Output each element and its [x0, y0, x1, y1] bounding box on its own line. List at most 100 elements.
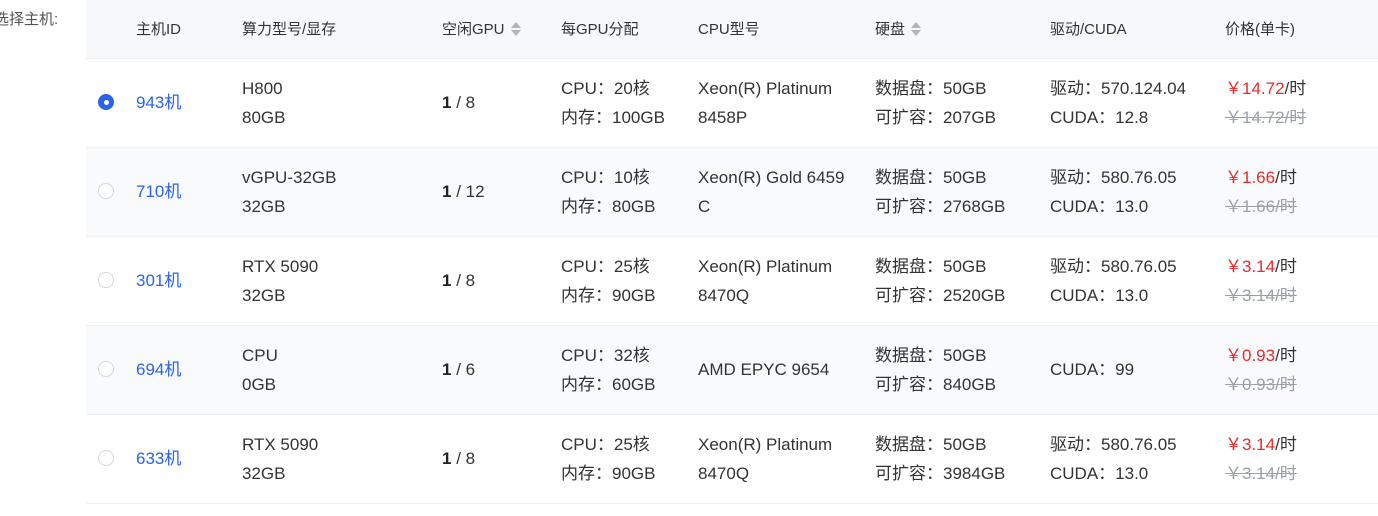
column-disk[interactable]: 硬盘: [875, 18, 922, 39]
driver-version: 驱动：570.124.04: [1050, 79, 1187, 98]
price-original: ￥3.14/时: [1225, 286, 1297, 305]
cpu-cores: CPU：25核: [561, 435, 650, 454]
price-cell: ￥3.14/时 ￥3.14/时: [1225, 430, 1297, 488]
expandable-disk: 可扩容：207GB: [875, 108, 996, 127]
memory: 内存：80GB: [561, 197, 656, 216]
table-row[interactable]: 694机 CPU 0GB 1 / 6 CPU：32核 内存：60GB AMD E…: [86, 326, 1378, 415]
price-original: ￥0.93/时: [1225, 375, 1297, 394]
table-row[interactable]: 943机 H800 80GB 1 / 8 CPU：20核 内存：100GB Xe…: [86, 59, 1378, 148]
data-disk: 数据盘：50GB: [875, 435, 987, 454]
gpu-model: CPU: [242, 346, 278, 365]
column-driver-cuda: 驱动/CUDA: [1050, 18, 1127, 39]
host-id-link[interactable]: 943机: [136, 88, 181, 117]
cpu-model-line1: Xeon(R) Platinum: [698, 257, 833, 276]
free-gpu-count: 1: [442, 182, 452, 201]
sort-icon[interactable]: [510, 21, 521, 36]
cpu-model-line2: 8470Q: [698, 464, 750, 483]
table-row[interactable]: 301机 RTX 5090 32GB 1 / 8 CPU：25核 内存：90GB…: [86, 237, 1378, 326]
driver-version: 驱动：580.76.05: [1050, 257, 1177, 276]
column-per-gpu: 每GPU分配: [561, 18, 639, 39]
price-current: ￥14.72/时: [1225, 74, 1306, 103]
price-current: ￥0.93/时: [1225, 341, 1297, 370]
column-host-id-label: 主机ID: [136, 21, 182, 38]
price-cell: ￥1.66/时 ￥1.66/时: [1225, 163, 1297, 221]
memory: 内存：60GB: [561, 375, 656, 394]
disk-cell: 数据盘：50GB 可扩容：2768GB: [875, 163, 1005, 221]
cpu-model-cell: AMD EPYC 9654: [698, 355, 829, 384]
per-gpu-cell: CPU：25核 内存：90GB: [561, 430, 655, 488]
gpu-vram: 0GB: [242, 375, 277, 394]
gpu-model: RTX 5090: [242, 257, 319, 276]
free-gpu-cell: 1 / 8: [442, 88, 475, 117]
host-radio[interactable]: [98, 94, 114, 110]
gpu-vram: 32GB: [242, 286, 286, 305]
host-table: 主机ID 算力型号/显存 空闲GPU 每GPU分配 CPU型号 硬盘 驱动/CU…: [86, 0, 1378, 504]
free-gpu-cell: 1 / 12: [442, 177, 485, 206]
column-model-vram: 算力型号/显存: [242, 18, 336, 39]
price-value: ￥1.66: [1225, 168, 1276, 187]
column-cpu-model: CPU型号: [698, 18, 760, 39]
price-unit: /时: [1275, 435, 1297, 454]
expandable-disk: 可扩容：2768GB: [875, 197, 1006, 216]
column-free-gpu-label[interactable]: 空闲GPU: [442, 18, 505, 39]
price-cell: ￥0.93/时 ￥0.93/时: [1225, 341, 1297, 399]
column-host-id: 主机ID: [136, 18, 181, 39]
host-radio[interactable]: [98, 272, 114, 288]
driver-cuda-cell: 驱动：580.76.05 CUDA：13.0: [1050, 430, 1177, 488]
expandable-disk: 可扩容：3984GB: [875, 464, 1006, 483]
price-value: ￥0.93: [1225, 346, 1276, 365]
sort-icon[interactable]: [911, 21, 922, 36]
price-unit: /时: [1284, 79, 1307, 98]
column-free-gpu[interactable]: 空闲GPU: [442, 18, 521, 39]
free-gpu-count: 1: [442, 449, 452, 468]
price-original: ￥14.72/时: [1225, 108, 1307, 127]
expandable-disk: 可扩容：2520GB: [875, 286, 1006, 305]
driver-cuda-cell: 驱动：580.76.05 CUDA：13.0: [1050, 163, 1177, 221]
driver-cuda-cell: 驱动：570.124.04 CUDA：12.8: [1050, 74, 1186, 132]
column-price: 价格(单卡): [1225, 18, 1295, 39]
free-gpu-count: 1: [442, 93, 452, 112]
memory: 内存：100GB: [561, 108, 665, 127]
host-radio[interactable]: [98, 361, 114, 377]
cpu-model-line2: C: [698, 197, 711, 216]
cpu-model-cell: Xeon(R) Platinum 8470Q: [698, 252, 832, 310]
column-cpu-model-label: CPU型号: [698, 21, 760, 38]
column-disk-label[interactable]: 硬盘: [875, 18, 905, 39]
host-id-link[interactable]: 694机: [136, 355, 181, 384]
expandable-disk: 可扩容：840GB: [875, 375, 996, 394]
per-gpu-cell: CPU：32核 内存：60GB: [561, 341, 655, 399]
gpu-vram: 80GB: [242, 108, 286, 127]
cpu-cores: CPU：25核: [561, 257, 650, 276]
cpu-model-line1: AMD EPYC 9654: [698, 360, 830, 379]
model-vram-cell: RTX 5090 32GB: [242, 430, 318, 488]
disk-cell: 数据盘：50GB 可扩容：2520GB: [875, 252, 1005, 310]
disk-cell: 数据盘：50GB 可扩容：840GB: [875, 341, 996, 399]
price-current: ￥3.14/时: [1225, 252, 1297, 281]
table-row[interactable]: 633机 RTX 5090 32GB 1 / 8 CPU：25核 内存：90GB…: [86, 415, 1378, 504]
cpu-model-cell: Xeon(R) Platinum 8470Q: [698, 430, 832, 488]
disk-cell: 数据盘：50GB 可扩容：3984GB: [875, 430, 1005, 488]
total-gpu-count: / 12: [456, 182, 485, 201]
side-label: 选择主机:: [0, 11, 59, 28]
gpu-vram: 32GB: [242, 197, 286, 216]
host-id-link[interactable]: 301机: [136, 266, 181, 295]
free-gpu-count: 1: [442, 360, 452, 379]
table-row[interactable]: 710机 vGPU-32GB 32GB 1 / 12 CPU：10核 内存：80…: [86, 148, 1378, 237]
gpu-vram: 32GB: [242, 464, 286, 483]
total-gpu-count: / 8: [456, 449, 476, 468]
host-id-link[interactable]: 633机: [136, 444, 181, 473]
cpu-model-line2: 8458P: [698, 108, 748, 127]
host-radio[interactable]: [98, 183, 114, 199]
host-id-link[interactable]: 710机: [136, 177, 181, 206]
column-driver-cuda-label: 驱动/CUDA: [1050, 21, 1127, 38]
price-original: ￥3.14/时: [1225, 464, 1297, 483]
memory: 内存：90GB: [561, 286, 656, 305]
cuda-version: CUDA：99: [1050, 360, 1135, 379]
price-unit: /时: [1275, 257, 1297, 276]
disk-cell: 数据盘：50GB 可扩容：207GB: [875, 74, 996, 132]
driver-cuda-cell: 驱动：580.76.05 CUDA：13.0: [1050, 252, 1177, 310]
cpu-model-cell: Xeon(R) Platinum 8458P: [698, 74, 832, 132]
cpu-cores: CPU：10核: [561, 168, 650, 187]
column-per-gpu-label: 每GPU分配: [561, 21, 639, 38]
host-radio[interactable]: [98, 450, 114, 466]
